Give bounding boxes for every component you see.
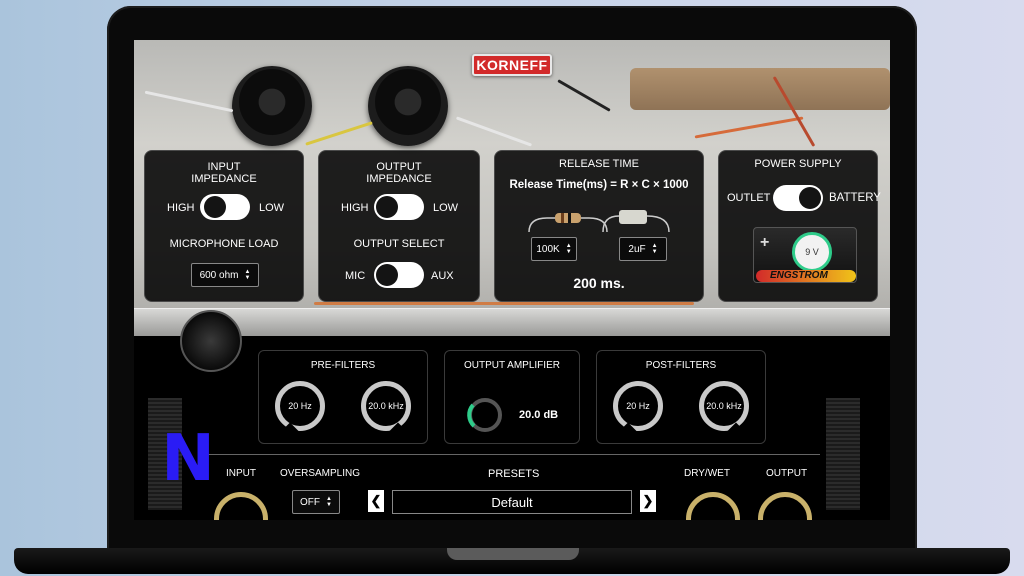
battery-label: BATTERY bbox=[829, 192, 881, 204]
pre-filters-title: PRE-FILTERS bbox=[310, 360, 376, 371]
wire-decoration bbox=[557, 79, 611, 112]
output-amplifier-title: OUTPUT AMPLIFIER bbox=[464, 360, 560, 371]
chassis-floor bbox=[134, 308, 890, 336]
release-time-result: 200 ms. bbox=[573, 275, 625, 291]
preset-display[interactable]: Default bbox=[392, 490, 632, 514]
dry-wet-knob[interactable] bbox=[686, 492, 740, 520]
output-impedance-title: OUTPUT IMPEDANCE bbox=[366, 161, 432, 185]
microphone-load-value: 600 ohm bbox=[199, 269, 239, 281]
bottom-divider bbox=[204, 454, 820, 455]
release-time-title: RELEASE TIME bbox=[559, 158, 639, 170]
power-supply-toggle[interactable] bbox=[773, 185, 823, 211]
input-impedance-title: INPUT IMPEDANCE bbox=[191, 161, 257, 185]
output-select-aux-label: AUX bbox=[431, 270, 454, 282]
capacitor-select[interactable]: 2uF ▲ ▼ bbox=[619, 237, 667, 261]
wire-decoration bbox=[694, 116, 804, 139]
updown-arrows-icon: ▲ ▼ bbox=[651, 243, 658, 255]
output-impedance-low-label: LOW bbox=[433, 202, 459, 214]
output-select-mic-label: MIC bbox=[345, 270, 366, 282]
output-impedance-high-label: HIGH bbox=[341, 202, 369, 214]
microphone-load-title: MICROPHONE LOAD bbox=[169, 238, 279, 250]
pre-filter-lp-knob[interactable]: 20.0 kHz bbox=[361, 381, 411, 431]
wire-decoration bbox=[314, 302, 694, 305]
resistor-value: 100K bbox=[536, 243, 560, 255]
power-supply-panel: POWER SUPPLY OUTLET BATTERY + 9 V ENGSTR… bbox=[718, 150, 881, 302]
chassis-knob-icon bbox=[180, 310, 242, 372]
oversampling-value: OFF bbox=[300, 496, 321, 508]
input-impedance-low-label: LOW bbox=[259, 202, 285, 214]
presets-label: PRESETS bbox=[488, 468, 540, 480]
input-impedance-high-label: HIGH bbox=[167, 202, 195, 214]
post-filters-title: POST-FILTERS bbox=[645, 360, 717, 371]
input-label: INPUT bbox=[226, 468, 256, 479]
output-label: OUTPUT bbox=[766, 468, 808, 479]
oversampling-select[interactable]: OFF ▲ ▼ bbox=[292, 490, 340, 514]
post-filter-hp-value: 20 Hz bbox=[626, 401, 650, 411]
output-impedance-panel: OUTPUT IMPEDANCE HIGH LOW OUTPUT SELECT … bbox=[318, 150, 480, 302]
transformer-right bbox=[368, 66, 448, 146]
transformer-left bbox=[232, 66, 312, 146]
wire-decoration bbox=[455, 116, 533, 147]
battery-plus: + bbox=[760, 234, 770, 251]
post-filter-lp-value: 20.0 kHz bbox=[706, 401, 742, 411]
input-impedance-panel: INPUT IMPEDANCE HIGH LOW MICROPHONE LOAD… bbox=[144, 150, 304, 302]
battery-brand: ENGSTROM bbox=[770, 270, 828, 281]
oversampling-label: OVERSAMPLING bbox=[280, 468, 361, 479]
output-impedance-toggle[interactable] bbox=[374, 194, 424, 220]
resistor-capacitor-icon bbox=[528, 210, 670, 233]
output-amplifier-gain: 20.0 dB bbox=[519, 409, 559, 421]
output-select-toggle[interactable] bbox=[374, 262, 424, 288]
dry-wet-label: DRY/WET bbox=[684, 468, 730, 479]
input-impedance-toggle[interactable] bbox=[200, 194, 250, 220]
pre-filter-hp-value: 20 Hz bbox=[288, 401, 312, 411]
output-amplifier-panel: OUTPUT AMPLIFIER 20.0 dB bbox=[444, 350, 580, 444]
n-monogram-logo: N bbox=[161, 422, 215, 496]
battery-image: + 9 V ENGSTROM bbox=[753, 227, 857, 283]
pre-filters-panel: PRE-FILTERS 20 Hz 20.0 kHz bbox=[258, 350, 428, 444]
resistor-select[interactable]: 100K ▲ ▼ bbox=[531, 237, 577, 261]
updown-arrows-icon: ▲ ▼ bbox=[244, 269, 251, 281]
wire-decoration bbox=[305, 121, 373, 146]
updown-arrows-icon: ▲ ▼ bbox=[326, 496, 332, 508]
output-knob[interactable] bbox=[758, 492, 812, 520]
wire-decoration bbox=[144, 90, 234, 113]
post-filter-hp-knob[interactable]: 20 Hz bbox=[613, 381, 663, 431]
release-time-panel: RELEASE TIME Release Time(ms) = R × C × … bbox=[494, 150, 704, 302]
capacitor-decoration bbox=[630, 68, 890, 110]
laptop-notch bbox=[447, 548, 579, 560]
capacitor-value: 2uF bbox=[628, 243, 646, 255]
korneff-logo: KORNEFF bbox=[472, 54, 552, 76]
release-time-formula: Release Time(ms) = R × C × 1000 bbox=[509, 179, 689, 191]
output-meter bbox=[826, 398, 860, 510]
post-filter-lp-knob[interactable]: 20.0 kHz bbox=[699, 381, 749, 431]
battery-voltage-gauge: 9 V bbox=[792, 232, 832, 272]
pre-filter-lp-value: 20.0 kHz bbox=[368, 401, 404, 411]
output-select-title: OUTPUT SELECT bbox=[353, 238, 445, 250]
output-amplifier-knob[interactable] bbox=[465, 395, 505, 435]
microphone-load-select[interactable]: 600 ohm ▲ ▼ bbox=[191, 263, 259, 287]
preset-next-button[interactable]: ❯ bbox=[640, 490, 656, 512]
power-supply-title: POWER SUPPLY bbox=[754, 158, 842, 170]
post-filters-panel: POST-FILTERS 20 Hz 20.0 kHz bbox=[596, 350, 766, 444]
plugin-window: KORNEFF INPUT IMPEDANCE HIGH LOW MICROPH… bbox=[134, 40, 890, 520]
input-knob[interactable] bbox=[214, 492, 268, 520]
preset-prev-button[interactable]: ❮ bbox=[368, 490, 384, 512]
pre-filter-hp-knob[interactable]: 20 Hz bbox=[275, 381, 325, 431]
outlet-label: OUTLET bbox=[727, 192, 771, 204]
updown-arrows-icon: ▲ ▼ bbox=[565, 243, 572, 255]
